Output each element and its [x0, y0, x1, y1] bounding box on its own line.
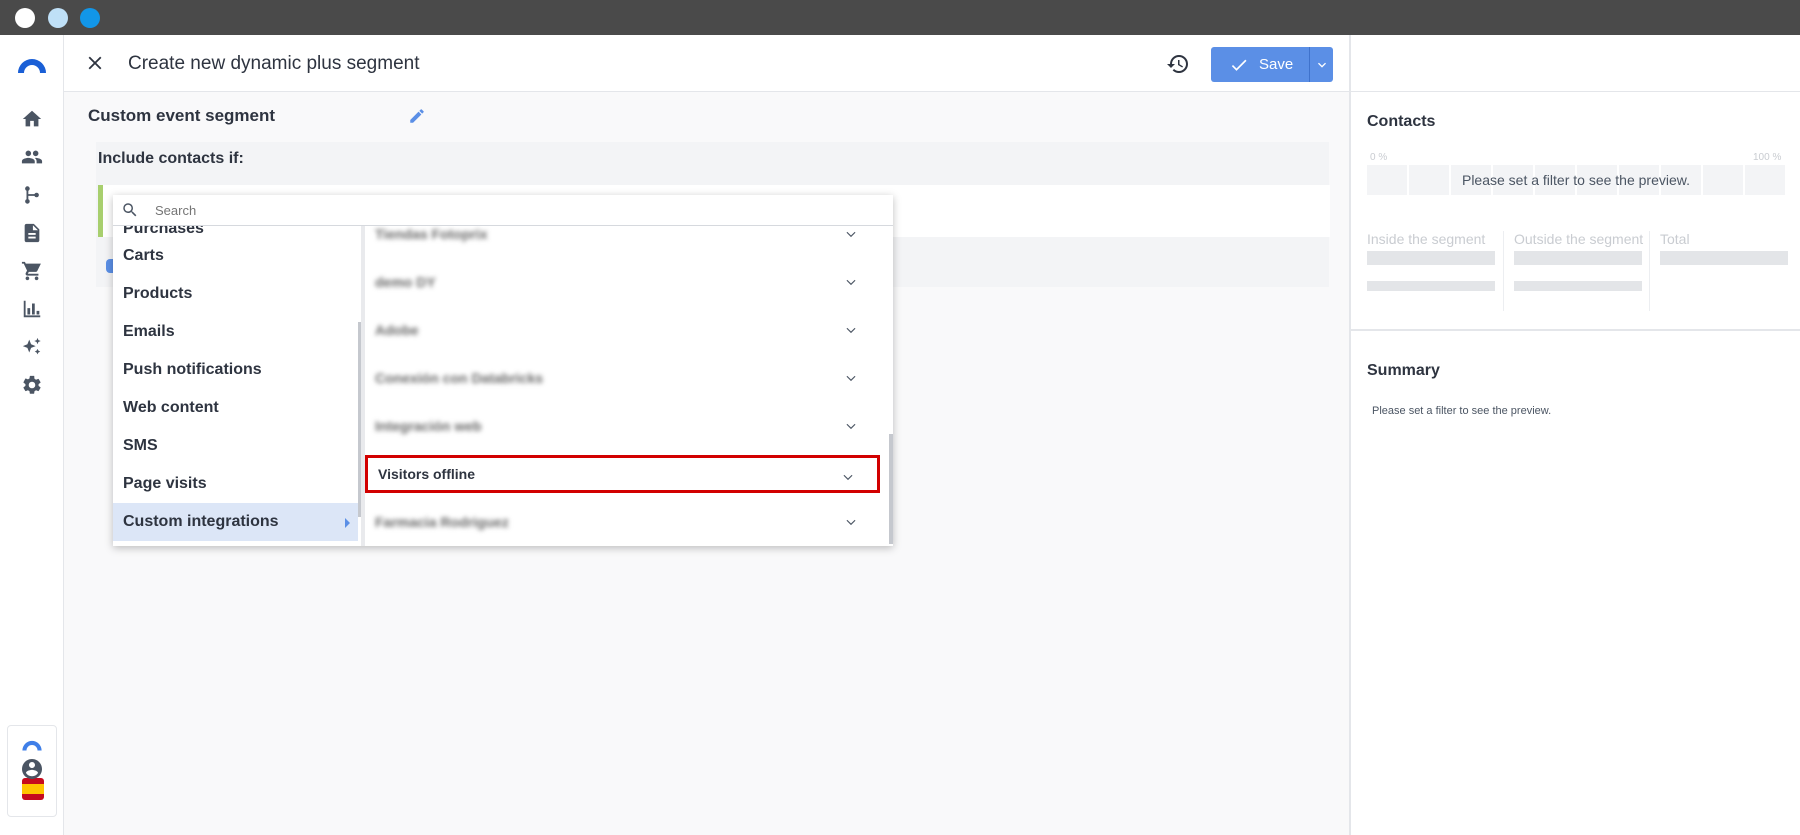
category-label: Web content: [123, 399, 219, 416]
home-icon[interactable]: [20, 107, 44, 131]
window-maximize-control[interactable]: [80, 8, 100, 28]
chevron-down-icon: [846, 231, 856, 238]
save-label: Save: [1259, 56, 1294, 73]
stat-inside: Inside the segment: [1367, 231, 1495, 291]
integration-item[interactable]: Conexión con Databricks: [365, 359, 880, 397]
integration-label: Visitors offline: [378, 466, 475, 482]
integration-scrollbar[interactable]: [889, 434, 893, 544]
stat-separator: [1649, 231, 1650, 311]
category-item-web-content[interactable]: Web content: [113, 389, 358, 427]
integration-label: Farmacia Rodriguez: [375, 514, 509, 530]
editor-topbar: Create new dynamic plus segment Save: [64, 35, 1349, 92]
chevron-down-icon: [846, 327, 856, 334]
stat-label: Total: [1660, 231, 1690, 247]
app-logo-icon[interactable]: [16, 55, 48, 75]
edit-pencil-icon[interactable]: [408, 107, 426, 125]
stat-label: Inside the segment: [1367, 231, 1486, 247]
content-icon[interactable]: [20, 221, 44, 245]
ai-sparkle-icon[interactable]: [20, 335, 44, 359]
cart-icon[interactable]: [20, 259, 44, 283]
category-label: Products: [123, 285, 193, 302]
integration-item[interactable]: Integración web: [365, 407, 880, 445]
category-label: Custom integrations: [123, 513, 279, 530]
percent-min-label: 0 %: [1370, 152, 1388, 163]
category-item-carts[interactable]: Carts: [113, 237, 358, 275]
contacts-icon[interactable]: [20, 145, 44, 169]
window-minimize-control[interactable]: [48, 8, 68, 28]
settings-icon[interactable]: [20, 373, 44, 397]
category-list: Purchases Carts Products Emails Push not…: [113, 226, 360, 546]
integration-label: Conexión con Databricks: [375, 370, 544, 386]
percent-max-label: 100 %: [1753, 152, 1782, 163]
category-label: Page visits: [123, 475, 207, 492]
page-title: Create new dynamic plus segment: [128, 53, 420, 74]
search-icon: [123, 203, 137, 217]
event-type-dropdown: Purchases Carts Products Emails Push not…: [113, 195, 893, 546]
automation-icon[interactable]: [20, 183, 44, 207]
integration-item[interactable]: Adobe: [365, 311, 880, 349]
summary-title: Summary: [1367, 362, 1440, 379]
preview-empty-message: Please set a filter to see the preview.: [1461, 172, 1690, 188]
stat-label: Outside the segment: [1514, 231, 1644, 247]
window-titlebar: [0, 0, 1800, 35]
chevron-down-icon: [846, 519, 856, 526]
category-item-page-visits[interactable]: Page visits: [113, 465, 358, 503]
account-logo-icon: [22, 740, 42, 751]
chevron-down-icon: [846, 423, 856, 430]
stat-outside: Outside the segment: [1514, 231, 1644, 291]
integration-label: Integración web: [375, 418, 482, 434]
category-label: SMS: [123, 437, 158, 454]
category-item-push-notifications[interactable]: Push notifications: [113, 351, 358, 389]
dropdown-search: [113, 195, 893, 226]
category-scrollbar[interactable]: [358, 322, 361, 517]
category-item-emails[interactable]: Emails: [113, 313, 358, 351]
stat-total: Total: [1660, 231, 1788, 265]
category-label: Push notifications: [123, 361, 262, 378]
analytics-icon[interactable]: [20, 297, 44, 321]
integration-item-visitors-offline[interactable]: Visitors offline: [365, 455, 880, 493]
category-item-products[interactable]: Products: [113, 275, 358, 313]
integration-item[interactable]: demo DY: [365, 263, 880, 301]
integration-list: Tiendas Fotoprix demo DY Adobe Conexión …: [365, 226, 893, 546]
save-options-button[interactable]: [1309, 47, 1333, 82]
integration-item[interactable]: Farmacia Rodriguez: [365, 503, 880, 541]
integration-label: Tiendas Fotoprix: [375, 226, 488, 242]
category-item-sms[interactable]: SMS: [113, 427, 358, 465]
user-profile-icon[interactable]: [20, 757, 44, 781]
preview-divider: [1351, 329, 1800, 331]
close-icon[interactable]: [84, 52, 106, 74]
save-button[interactable]: Save: [1211, 47, 1309, 82]
sidebar: [0, 35, 64, 835]
history-icon[interactable]: [1166, 52, 1190, 76]
include-contacts-label: Include contacts if:: [98, 150, 244, 167]
preview-panel: Contacts 0 % 100 % Please set a filter t…: [1349, 35, 1800, 835]
stat-separator: [1503, 231, 1504, 311]
window-close-control[interactable]: [15, 8, 35, 28]
spain-flag-icon[interactable]: [22, 778, 44, 800]
caret-right-icon: [345, 518, 350, 528]
check-icon: [1231, 59, 1247, 71]
chevron-down-icon: [843, 474, 853, 481]
search-input[interactable]: [155, 199, 855, 221]
integration-label: demo DY: [375, 274, 436, 290]
integration-label: Adobe: [375, 322, 419, 338]
chevron-down-icon: [846, 279, 856, 286]
integration-item[interactable]: Tiendas Fotoprix: [365, 226, 880, 253]
contacts-title: Contacts: [1367, 113, 1436, 130]
summary-message: Please set a filter to see the preview.: [1372, 405, 1552, 417]
category-label: Carts: [123, 247, 164, 264]
category-item-custom-integrations[interactable]: Custom integrations: [113, 503, 358, 541]
chevron-down-icon: [846, 375, 856, 382]
category-label: Emails: [123, 323, 175, 340]
chevron-down-icon: [1317, 62, 1326, 68]
preview-topbar: [1351, 35, 1800, 92]
segment-name: Custom event segment: [88, 106, 276, 125]
